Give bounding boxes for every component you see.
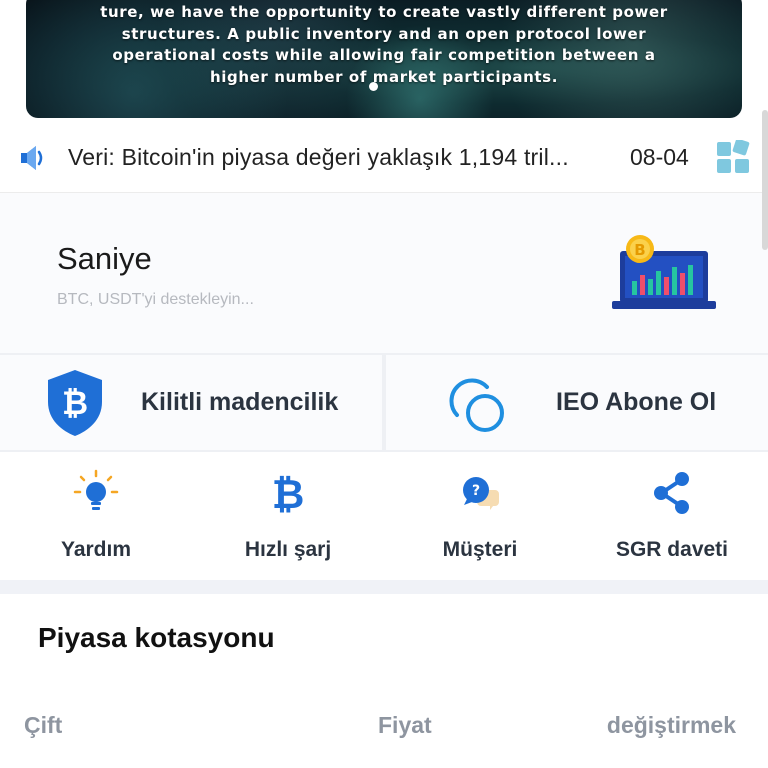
svg-text:₿: ₿	[62, 384, 88, 422]
share-icon	[576, 468, 768, 518]
ieo-circles-icon	[443, 371, 507, 440]
carousel-indicator[interactable]	[369, 82, 378, 91]
support-chat-icon: ?	[384, 468, 576, 518]
column-price[interactable]: Fiyat	[378, 712, 432, 739]
bitcoin-chart-laptop-icon: B	[612, 235, 716, 316]
help-button[interactable]: Yardım	[0, 452, 192, 580]
banner-text: ture, we have the opportunity to create …	[26, 2, 742, 88]
svg-text:₿: ₿	[272, 472, 305, 518]
quick-charge-label: Hızlı şarj	[244, 538, 332, 561]
banner-line: higher number of market participants.	[209, 67, 559, 86]
locked-mining-label: Kilitli madencilik	[141, 388, 339, 416]
help-label: Yardım	[60, 538, 132, 561]
notice-date: 08-04	[630, 144, 689, 170]
market-title: Piyasa kotasyonu	[38, 622, 275, 653]
section-separator	[0, 580, 768, 594]
saniye-title: Saniye	[57, 241, 152, 276]
customer-label: Müşteri	[442, 538, 518, 561]
promo-banner[interactable]: ture, we have the opportunity to create …	[26, 0, 742, 118]
quick-charge-button[interactable]: ₿ Hızlı şarj	[192, 452, 384, 580]
bitcoin-shield-icon: ₿	[44, 368, 106, 443]
customer-button[interactable]: ? Müşteri	[384, 452, 576, 580]
banner-line: structures. A public inventory and an op…	[121, 24, 647, 43]
invite-label: SGR daveti	[615, 538, 729, 561]
column-pair[interactable]: Çift	[24, 712, 62, 739]
divider	[382, 355, 386, 450]
scrollbar[interactable]	[762, 110, 768, 250]
market-table-header: Çift Fiyat değiştirmek	[0, 708, 768, 748]
svg-text:B: B	[634, 241, 645, 259]
speaker-icon	[18, 144, 48, 172]
grid-icon[interactable]	[716, 138, 750, 179]
lightbulb-icon	[0, 468, 192, 518]
notice-text[interactable]: Veri: Bitcoin'in piyasa değeri yaklaşık …	[68, 144, 569, 171]
banner-line: ture, we have the opportunity to create …	[100, 3, 668, 21]
notice-bar[interactable]: Veri: Bitcoin'in piyasa değeri yaklaşık …	[0, 130, 768, 186]
svg-text:?: ?	[472, 483, 480, 499]
ieo-subscribe-button[interactable]: IEO Abone Ol	[386, 355, 768, 450]
saniye-card[interactable]: Saniye BTC, USDT'yi destekleyin... B	[0, 193, 768, 353]
ieo-subscribe-label: IEO Abone Ol	[556, 388, 717, 416]
bitcoin-icon: ₿	[192, 468, 384, 518]
locked-mining-button[interactable]: ₿ Kilitli madencilik	[0, 355, 382, 450]
invite-button[interactable]: SGR daveti	[576, 452, 768, 580]
quick-actions: Yardım ₿ Hızlı şarj ? Müşteri SGR daveti	[0, 452, 768, 580]
saniye-subtitle: BTC, USDT'yi destekleyin...	[57, 291, 254, 308]
banner-line: operational costs while allowing fair co…	[112, 46, 656, 64]
column-change[interactable]: değiştirmek	[607, 712, 736, 739]
